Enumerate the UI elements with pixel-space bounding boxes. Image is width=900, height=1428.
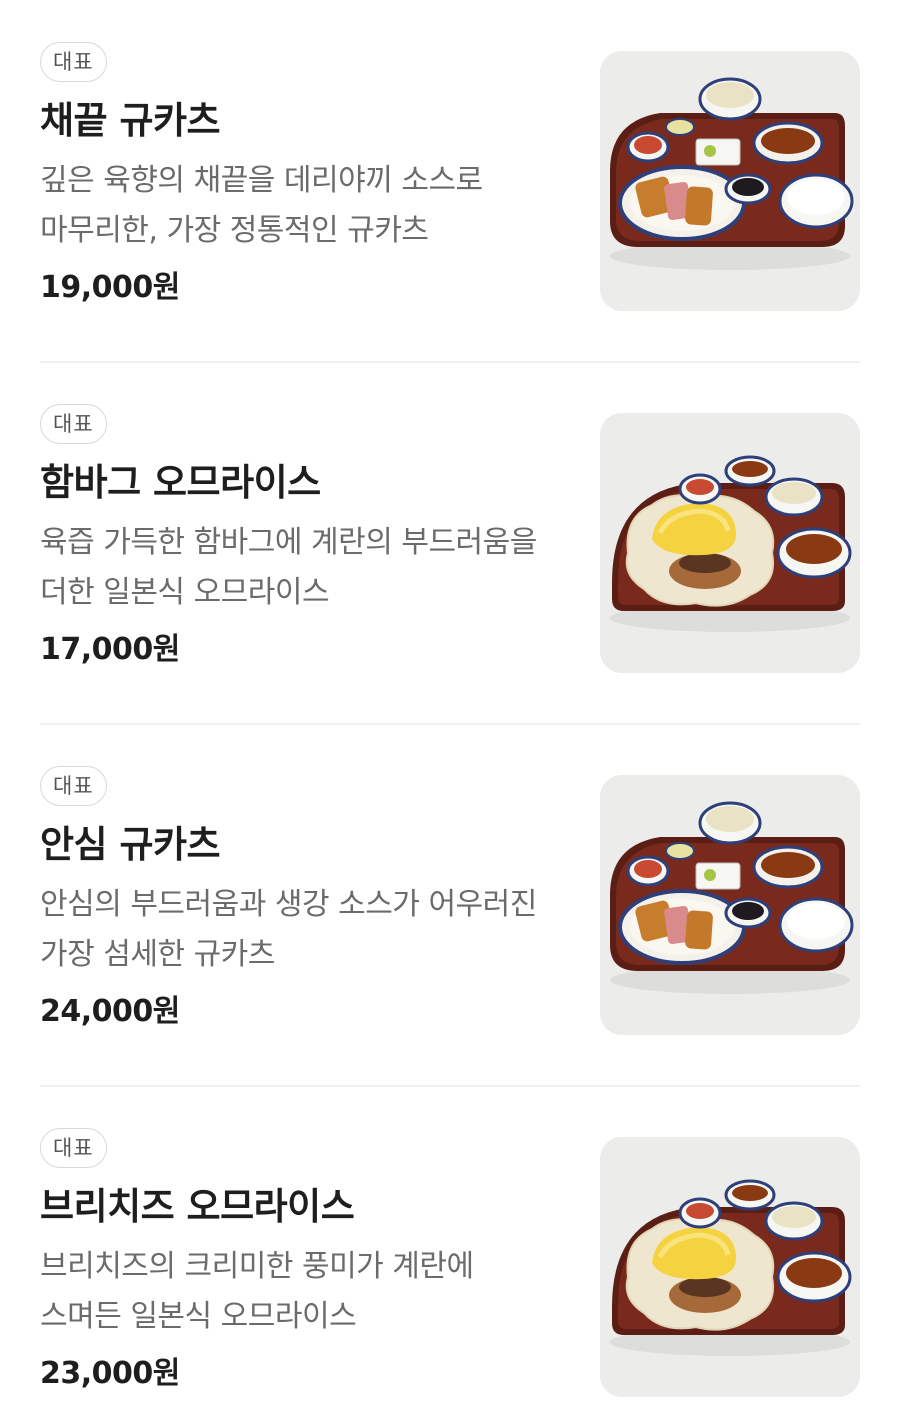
menu-item-description: 깊은 육향의 채끝을 데리야끼 소스로 마무리한, 가장 정통적인 규카츠 (40, 163, 483, 248)
signature-badge: 대표 (40, 766, 107, 806)
gyukatsu-set-photo (600, 51, 860, 311)
menu-item-price: 17,000원 (40, 632, 180, 667)
omurice-set-photo (600, 1137, 860, 1397)
menu-item-sirloin-gyukatsu[interactable]: 대표 채끝 규카츠 깊은 육향의 채끝을 데리야끼 소스로 마무리한, 가장 정… (0, 0, 900, 362)
menu-item-info: 대표 함바그 오므라이스 육즙 가득한 함바그에 계란의 부드러움을 더한 일본… (40, 404, 580, 670)
gyukatsu-set-photo (600, 775, 860, 1035)
menu-item-name: 채끝 규카츠 (40, 99, 221, 142)
menu-item-description: 안심의 부드러움과 생강 소스가 어우러진 가장 섬세한 규카츠 (40, 887, 537, 972)
menu-item-info: 대표 브리치즈 오므라이스 브리치즈의 크리미한 풍미가 계란에 스며든 일본식… (40, 1128, 580, 1394)
menu-item-name: 함바그 오므라이스 (40, 461, 321, 504)
menu-list: 대표 채끝 규카츠 깊은 육향의 채끝을 데리야끼 소스로 마무리한, 가장 정… (0, 0, 900, 1428)
menu-item-tenderloin-gyukatsu[interactable]: 대표 안심 규카츠 안심의 부드러움과 생강 소스가 어우러진 가장 섬세한 규… (0, 724, 900, 1086)
menu-item-info: 대표 채끝 규카츠 깊은 육향의 채끝을 데리야끼 소스로 마무리한, 가장 정… (40, 42, 580, 308)
menu-item-name: 브리치즈 오므라이스 (40, 1185, 355, 1228)
menu-item-name: 안심 규카츠 (40, 823, 221, 866)
signature-badge: 대표 (40, 404, 107, 444)
menu-item-brie-omurice[interactable]: 대표 브리치즈 오므라이스 브리치즈의 크리미한 풍미가 계란에 스며든 일본식… (0, 1086, 900, 1428)
menu-item-price: 24,000원 (40, 994, 180, 1029)
menu-item-hamburg-omurice[interactable]: 대표 함바그 오므라이스 육즙 가득한 함바그에 계란의 부드러움을 더한 일본… (0, 362, 900, 724)
signature-badge: 대표 (40, 42, 107, 82)
menu-item-description: 브리치즈의 크리미한 풍미가 계란에 스며든 일본식 오므라이스 (40, 1249, 474, 1334)
signature-badge: 대표 (40, 1128, 107, 1168)
menu-item-price: 23,000원 (40, 1356, 180, 1391)
menu-item-description: 육즙 가득한 함바그에 계란의 부드러움을 더한 일본식 오므라이스 (40, 525, 537, 610)
omurice-set-photo (600, 413, 860, 673)
menu-item-price: 19,000원 (40, 270, 180, 305)
menu-item-info: 대표 안심 규카츠 안심의 부드러움과 생강 소스가 어우러진 가장 섬세한 규… (40, 766, 580, 1032)
